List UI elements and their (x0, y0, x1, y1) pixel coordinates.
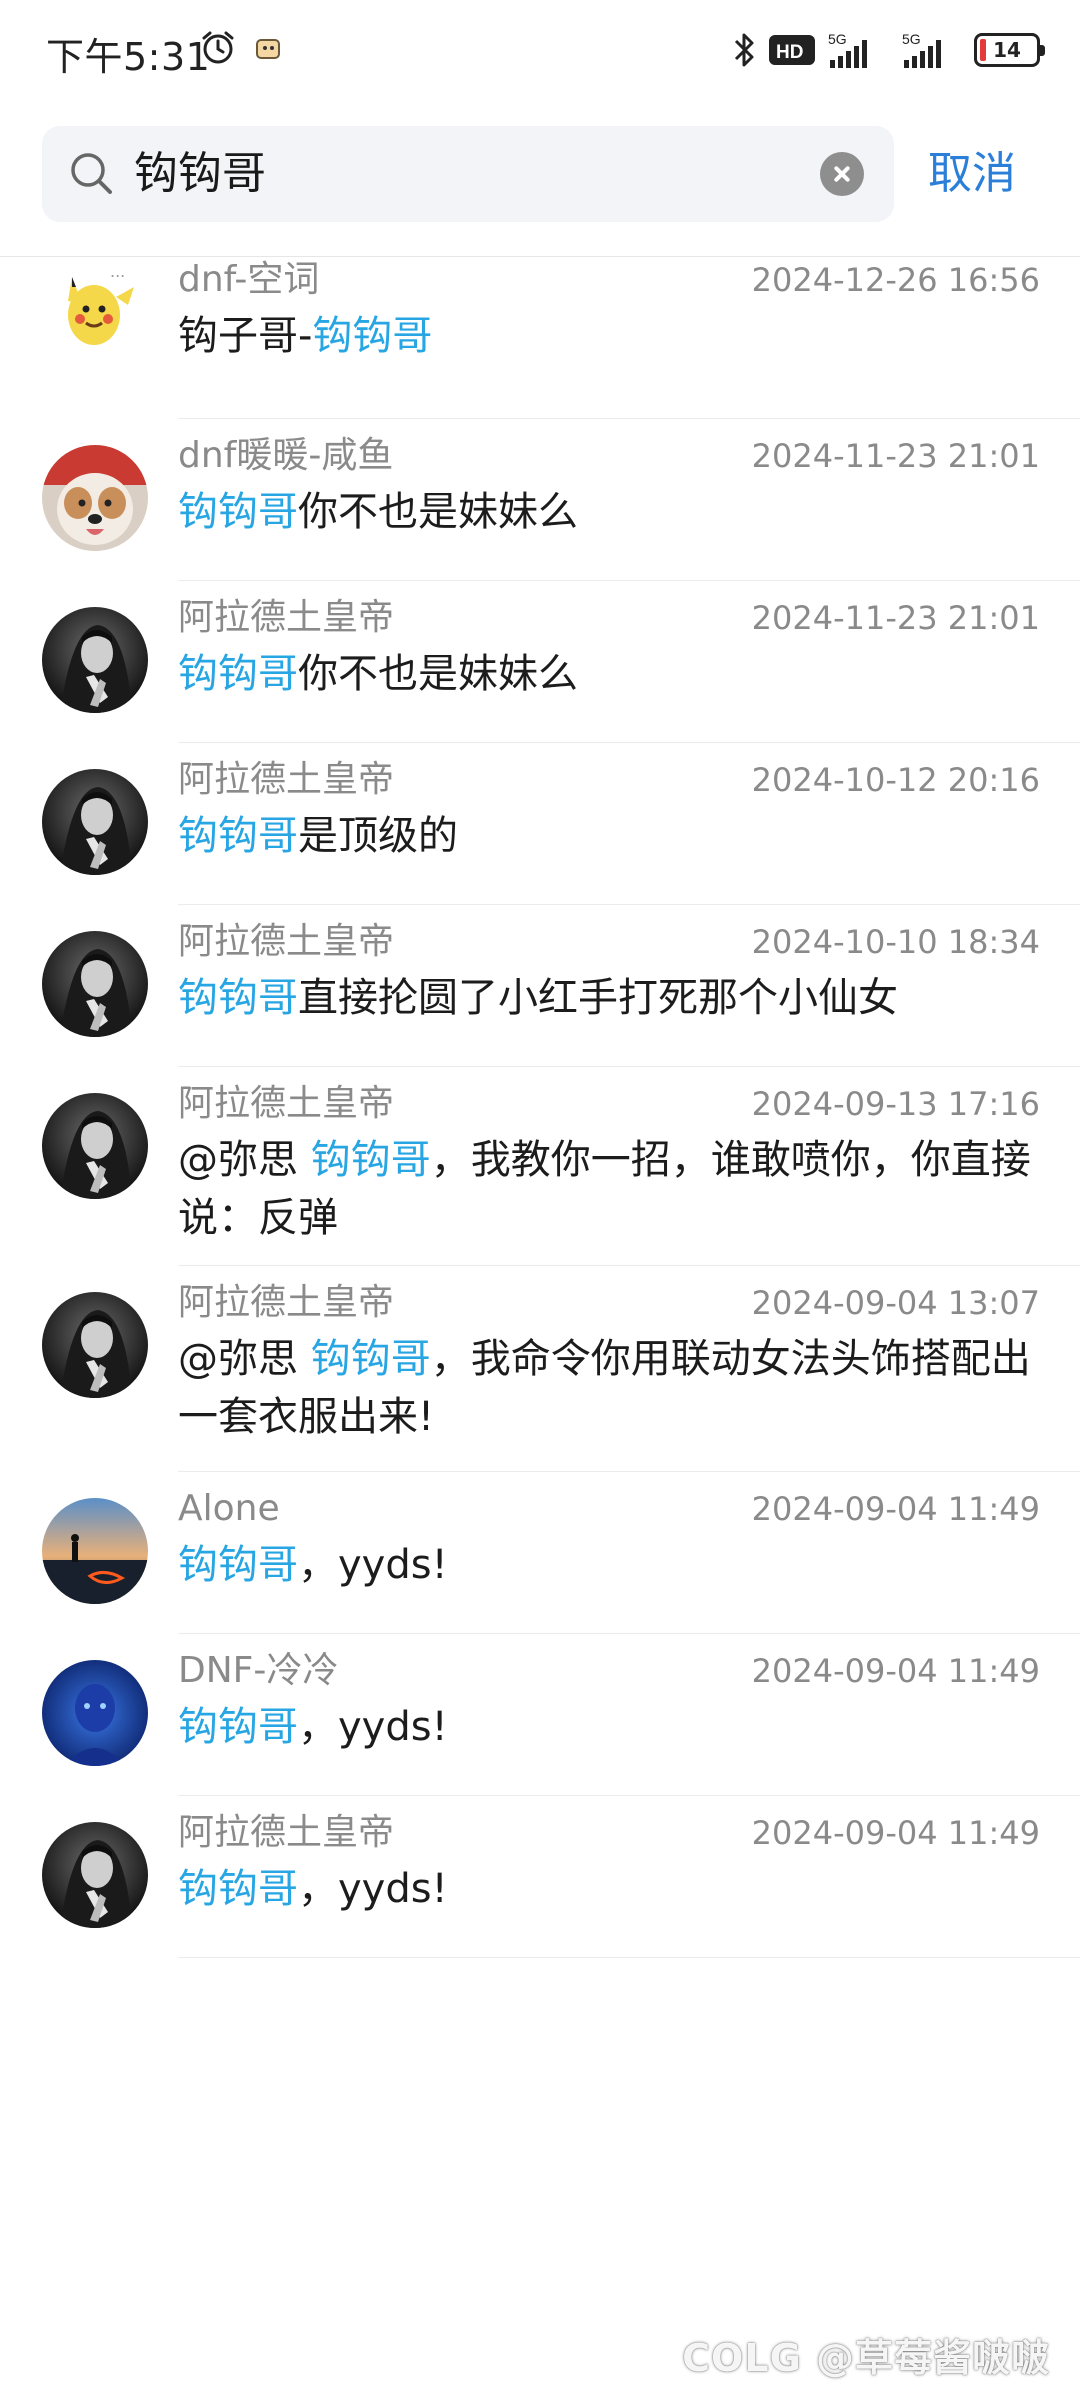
dark-portrait-avatar[interactable] (42, 931, 148, 1037)
message-segment: 你不也是妹妹么 (298, 651, 578, 697)
result-item[interactable]: 阿拉德土皇帝 2024-10-10 18:34 钩钩哥直接抡圆了小红手打死那个小仙女 (0, 905, 1080, 1067)
search-icon (71, 153, 112, 194)
svg-text:...: ... (110, 262, 125, 281)
status-bar: 下午5:31 HD 5G 5G 14 (0, 0, 1080, 110)
hd-badge-text: HD (776, 42, 803, 63)
message-timestamp: 2024-10-12 20:16 (751, 761, 1040, 799)
keyword-highlight: 钩钩哥 (178, 1704, 298, 1750)
sender-name: dnf-空词 (178, 259, 320, 300)
blue-figure-avatar[interactable] (42, 1660, 148, 1766)
watermark: COLG @草莓酱啵啵 (682, 2336, 1050, 2380)
keyword-highlight: 钩钩哥 (310, 1137, 431, 1183)
clear-icon[interactable] (820, 152, 864, 196)
keyword-highlight: 钩钩哥 (178, 1542, 298, 1588)
cancel-button[interactable]: 取消 (928, 142, 1016, 206)
sender-name: dnf暖暖-咸鱼 (178, 435, 394, 476)
search-input[interactable]: 钩钩哥 (42, 126, 894, 222)
message-segment: 是顶级的 (298, 813, 458, 859)
search-bar: 钩钩哥 取消 (0, 118, 1080, 256)
message-text: 钩钩哥是顶级的 (178, 807, 1038, 865)
result-item[interactable]: 阿拉德土皇帝 2024-09-04 13:07 @弥思 钩钩哥，我命令你用联动女法头… (0, 1266, 1080, 1472)
sender-name: Alone (178, 1488, 280, 1529)
dark-portrait-avatar[interactable] (42, 769, 148, 875)
message-timestamp: 2024-09-04 11:49 (751, 1652, 1040, 1690)
signal-icon-2: 5G (902, 31, 941, 68)
message-segment: ，yyds! (298, 1866, 448, 1912)
signal-1-label: 5G (828, 31, 847, 47)
message-timestamp: 2024-09-04 11:49 (751, 1490, 1040, 1528)
alarm-icon (202, 31, 234, 64)
sender-name: 阿拉德土皇帝 (178, 759, 395, 800)
status-time: 下午5:31 (46, 35, 211, 79)
chat-search-screen: 下午5:31 HD 5G 5G 14 钩钩哥 取消 ... dnf-空词 202… (0, 0, 1080, 2400)
sender-name: 阿拉德土皇帝 (178, 597, 395, 638)
sender-name: 阿拉德土皇帝 (178, 1812, 395, 1853)
result-item[interactable]: 阿拉德土皇帝 2024-10-12 20:16 钩钩哥是顶级的 (0, 743, 1080, 905)
message-text: 钩钩哥，yyds! (178, 1698, 1038, 1756)
sender-name: 阿拉德土皇帝 (178, 1083, 395, 1124)
message-segment: @弥思 (178, 1336, 311, 1382)
battery-icon: 14 (974, 33, 1045, 67)
keyword-highlight: 钩钩哥 (312, 313, 433, 359)
hd-voice-icon: HD (769, 35, 815, 65)
sender-name: DNF-冷冷 (178, 1650, 339, 1691)
app-notification-icon (256, 39, 280, 59)
message-timestamp: 2024-12-26 16:56 (751, 261, 1040, 299)
bluetooth-icon (734, 33, 754, 67)
message-segment: 钩子哥- (178, 313, 313, 359)
battery-level-text: 14 (993, 38, 1021, 62)
signal-2-label: 5G (902, 31, 921, 47)
row-divider (178, 1957, 1080, 1958)
dark-portrait-avatar[interactable] (42, 607, 148, 713)
message-segment: ，yyds! (298, 1542, 448, 1588)
message-segment: 你不也是妹妹么 (298, 489, 578, 535)
dark-portrait-avatar[interactable] (42, 1822, 148, 1928)
sender-name: 阿拉德土皇帝 (178, 1282, 395, 1323)
result-item[interactable]: 阿拉德土皇帝 2024-09-04 11:49 钩钩哥，yyds! (0, 1796, 1080, 1958)
message-timestamp: 2024-09-04 11:49 (751, 1814, 1040, 1852)
sunset-avatar[interactable] (42, 1498, 148, 1604)
dark-portrait-avatar[interactable] (42, 1292, 148, 1398)
keyword-highlight: 钩钩哥 (178, 813, 298, 859)
message-segment: ，yyds! (298, 1704, 448, 1750)
message-text: 钩钩哥你不也是妹妹么 (178, 483, 1038, 541)
message-text: 钩钩哥，yyds! (178, 1536, 1038, 1594)
message-text: 钩钩哥直接抡圆了小红手打死那个小仙女 (178, 969, 1038, 1027)
dark-portrait-avatar[interactable] (42, 1093, 148, 1199)
status-icons: HD 5G 5G 14 (732, 28, 1045, 72)
keyword-highlight: 钩钩哥 (178, 489, 298, 535)
keyword-highlight: 钩钩哥 (310, 1336, 431, 1382)
message-timestamp: 2024-11-23 21:01 (751, 599, 1040, 637)
keyword-highlight: 钩钩哥 (178, 651, 298, 697)
message-text: 钩子哥-钩钩哥 (178, 307, 1038, 365)
signal-icon: 5G (828, 31, 867, 68)
message-timestamp: 2024-09-13 17:16 (751, 1085, 1040, 1123)
result-item[interactable]: dnf暖暖-咸鱼 2024-11-23 21:01 钩钩哥你不也是妹妹么 (0, 419, 1080, 581)
message-text: 钩钩哥，yyds! (178, 1860, 1038, 1918)
message-text: @弥思 钩钩哥，我命令你用联动女法头饰搭配出一套衣服出来! (178, 1330, 1038, 1446)
message-text: @弥思 钩钩哥，我教你一招，谁敢喷你，你直接说：反弹 (178, 1131, 1038, 1247)
result-item[interactable]: Alone 2024-09-04 11:49 钩钩哥，yyds! (0, 1472, 1080, 1634)
dog-avatar[interactable] (42, 445, 148, 551)
message-segment: 直接抡圆了小红手打死那个小仙女 (298, 975, 898, 1021)
message-timestamp: 2024-09-04 13:07 (751, 1284, 1040, 1322)
sender-name: 阿拉德土皇帝 (178, 921, 395, 962)
message-segment: @弥思 (178, 1137, 311, 1183)
message-text: 钩钩哥你不也是妹妹么 (178, 645, 1038, 703)
result-item[interactable]: ... dnf-空词 2024-12-26 16:56 钩子哥-钩钩哥 (0, 257, 1080, 419)
message-timestamp: 2024-11-23 21:01 (751, 437, 1040, 475)
message-timestamp: 2024-10-10 18:34 (751, 923, 1040, 961)
search-query-text[interactable]: 钩钩哥 (134, 146, 266, 202)
keyword-highlight: 钩钩哥 (178, 975, 298, 1021)
result-item[interactable]: 阿拉德土皇帝 2024-09-13 17:16 @弥思 钩钩哥，我教你一招，谁敢喷你… (0, 1067, 1080, 1266)
pikachu-avatar[interactable]: ... (42, 257, 148, 363)
result-item[interactable]: DNF-冷冷 2024-09-04 11:49 钩钩哥，yyds! (0, 1634, 1080, 1796)
keyword-highlight: 钩钩哥 (178, 1866, 298, 1912)
result-item[interactable]: 阿拉德土皇帝 2024-11-23 21:01 钩钩哥你不也是妹妹么 (0, 581, 1080, 743)
